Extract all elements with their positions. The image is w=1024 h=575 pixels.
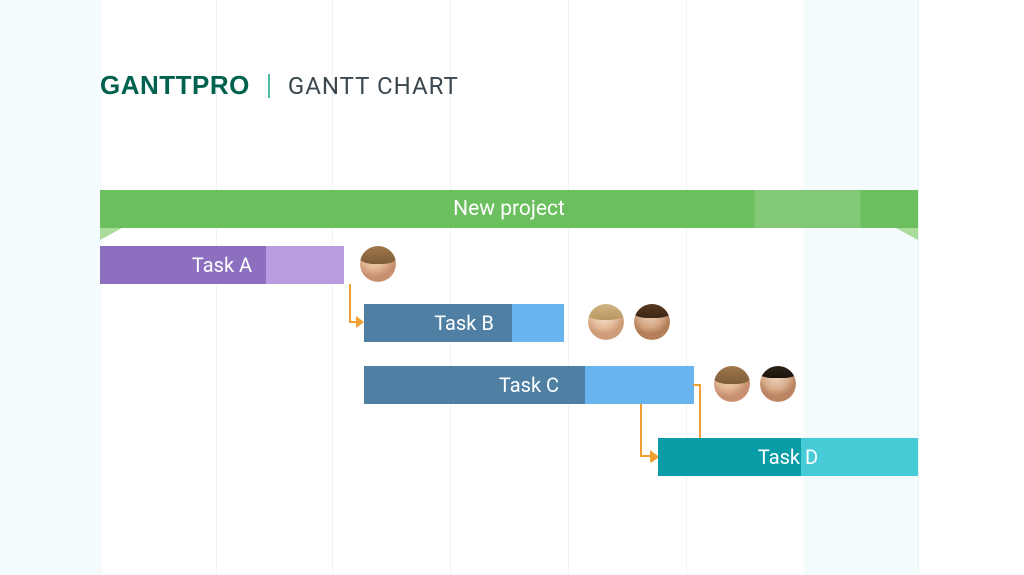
grid-line	[918, 0, 919, 575]
task-bar-d[interactable]: Task D	[658, 438, 918, 476]
dependency-line	[349, 284, 351, 323]
logo-text: GANTTPRO	[100, 70, 250, 101]
task-bar-b[interactable]: Task B	[364, 304, 564, 342]
avatar[interactable]	[632, 302, 672, 342]
grid-col	[0, 0, 102, 575]
task-label-a: Task A	[100, 253, 344, 277]
avatar[interactable]	[586, 302, 626, 342]
avatar[interactable]	[758, 364, 798, 404]
grid-line	[568, 0, 569, 575]
project-cap-left-icon	[100, 228, 122, 240]
dependency-line	[640, 404, 642, 457]
avatar[interactable]	[358, 244, 398, 284]
grid-line	[686, 0, 687, 575]
avatar[interactable]	[712, 364, 752, 404]
project-bar[interactable]: New project	[100, 190, 918, 228]
task-label-b: Task B	[364, 311, 564, 335]
header: GANTTPRO GANTT CHART	[100, 70, 459, 101]
task-label-d: Task D	[658, 445, 918, 469]
task-bar-a[interactable]: Task A	[100, 246, 344, 284]
logo-divider	[268, 74, 270, 98]
project-label: New project	[453, 197, 565, 221]
task-label-c: Task C	[364, 373, 694, 397]
grid-col	[804, 0, 918, 575]
project-cap-right-icon	[896, 228, 918, 240]
dependency-arrow-icon	[356, 316, 364, 328]
dependency-arrow-icon	[650, 450, 658, 462]
task-bar-c[interactable]: Task C	[364, 366, 694, 404]
page-subtitle: GANTT CHART	[288, 72, 459, 100]
